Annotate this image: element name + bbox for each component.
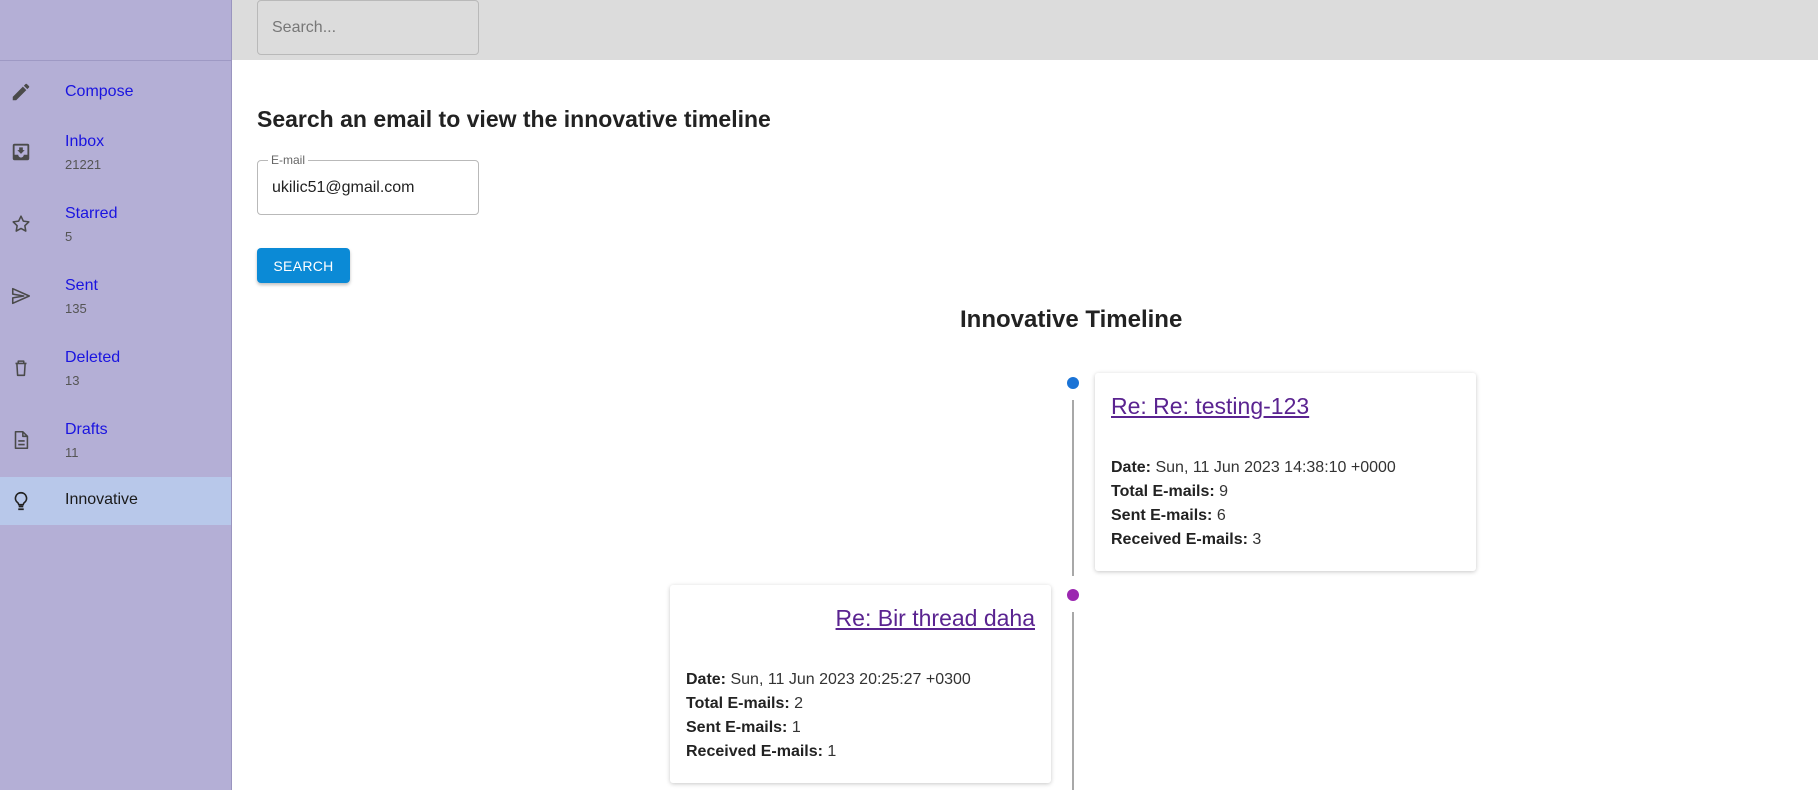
timeline-connector [1072, 612, 1074, 790]
total-row: Total E-mails: 9 [1111, 480, 1460, 504]
search-button[interactable]: SEARCH [257, 248, 350, 283]
received-row: Received E-mails: 1 [686, 740, 1035, 764]
sent-value: 1 [791, 719, 801, 736]
email-subject-link[interactable]: Re: Bir thread daha [686, 605, 1035, 632]
sidebar-item-label: Sent [65, 277, 98, 294]
sidebar-item-label: Inbox [65, 133, 105, 150]
timeline-title: Innovative Timeline [960, 306, 1183, 333]
pencil-icon [10, 81, 32, 103]
received-row: Received E-mails: 3 [1111, 528, 1460, 552]
inbox-icon [10, 141, 32, 163]
document-icon [10, 429, 32, 451]
email-input[interactable] [258, 161, 478, 214]
sidebar-item-sent[interactable]: Sent 135 [0, 272, 231, 320]
sidebar-header [0, 0, 231, 61]
received-value: 3 [1252, 531, 1262, 548]
date-label: Date: [686, 671, 727, 688]
sent-value: 6 [1216, 507, 1226, 524]
timeline-connector [1072, 400, 1074, 576]
card-details: Date: Sun, 11 Jun 2023 20:25:27 +0300 To… [686, 668, 1035, 764]
card-details: Date: Sun, 11 Jun 2023 14:38:10 +0000 To… [1111, 456, 1460, 552]
timeline-dot [1067, 377, 1079, 389]
sent-row: Sent E-mails: 6 [1111, 504, 1460, 528]
total-value: 9 [1219, 483, 1229, 500]
timeline-dot [1067, 589, 1079, 601]
top-bar [232, 0, 1818, 60]
email-subject-link[interactable]: Re: Re: testing-123 [1111, 393, 1460, 420]
sidebar-item-compose[interactable]: Compose [0, 68, 231, 116]
lightbulb-icon [10, 490, 32, 512]
sent-label: Sent E-mails: [1111, 507, 1213, 524]
total-label: Total E-mails: [686, 695, 790, 712]
date-value: Sun, 11 Jun 2023 20:25:27 +0300 [730, 671, 971, 688]
sidebar-item-deleted[interactable]: Deleted 13 [0, 344, 231, 392]
date-row: Date: Sun, 11 Jun 2023 20:25:27 +0300 [686, 668, 1035, 692]
sidebar-item-drafts[interactable]: Drafts 11 [0, 416, 231, 464]
sidebar-item-inbox[interactable]: Inbox 21221 [0, 128, 231, 176]
sidebar-item-count: 5 [65, 229, 73, 244]
sent-row: Sent E-mails: 1 [686, 716, 1035, 740]
trash-icon [10, 357, 32, 379]
date-row: Date: Sun, 11 Jun 2023 14:38:10 +0000 [1111, 456, 1460, 480]
sidebar-item-count: 135 [65, 301, 87, 316]
timeline-card: Re: Re: testing-123 Date: Sun, 11 Jun 20… [1095, 373, 1476, 571]
star-icon [10, 213, 32, 235]
sidebar-item-count: 21221 [65, 157, 102, 172]
received-label: Received E-mails: [686, 743, 823, 760]
sidebar: Compose Inbox 21221 Starred 5 Sent 135 D… [0, 0, 232, 790]
received-label: Received E-mails: [1111, 531, 1248, 548]
page-heading: Search an email to view the innovative t… [257, 106, 771, 132]
search-input[interactable] [257, 0, 479, 55]
email-field[interactable]: E-mail [257, 153, 479, 215]
total-label: Total E-mails: [1111, 483, 1215, 500]
total-value: 2 [794, 695, 804, 712]
sidebar-item-label: Starred [65, 205, 118, 222]
sidebar-item-starred[interactable]: Starred 5 [0, 200, 231, 248]
sidebar-item-label: Innovative [65, 491, 138, 508]
sidebar-item-label: Drafts [65, 421, 108, 438]
sent-label: Sent E-mails: [686, 719, 788, 736]
total-row: Total E-mails: 2 [686, 692, 1035, 716]
date-label: Date: [1111, 459, 1152, 476]
sidebar-item-label: Deleted [65, 349, 121, 366]
received-value: 1 [827, 743, 837, 760]
sidebar-item-label: Compose [65, 83, 134, 100]
sidebar-item-innovative[interactable]: Innovative [0, 477, 231, 525]
date-value: Sun, 11 Jun 2023 14:38:10 +0000 [1155, 459, 1396, 476]
sidebar-item-count: 11 [65, 445, 79, 460]
timeline-card: Re: Bir thread daha Date: Sun, 11 Jun 20… [670, 585, 1051, 783]
sidebar-item-count: 13 [65, 373, 80, 388]
send-icon [10, 285, 32, 307]
